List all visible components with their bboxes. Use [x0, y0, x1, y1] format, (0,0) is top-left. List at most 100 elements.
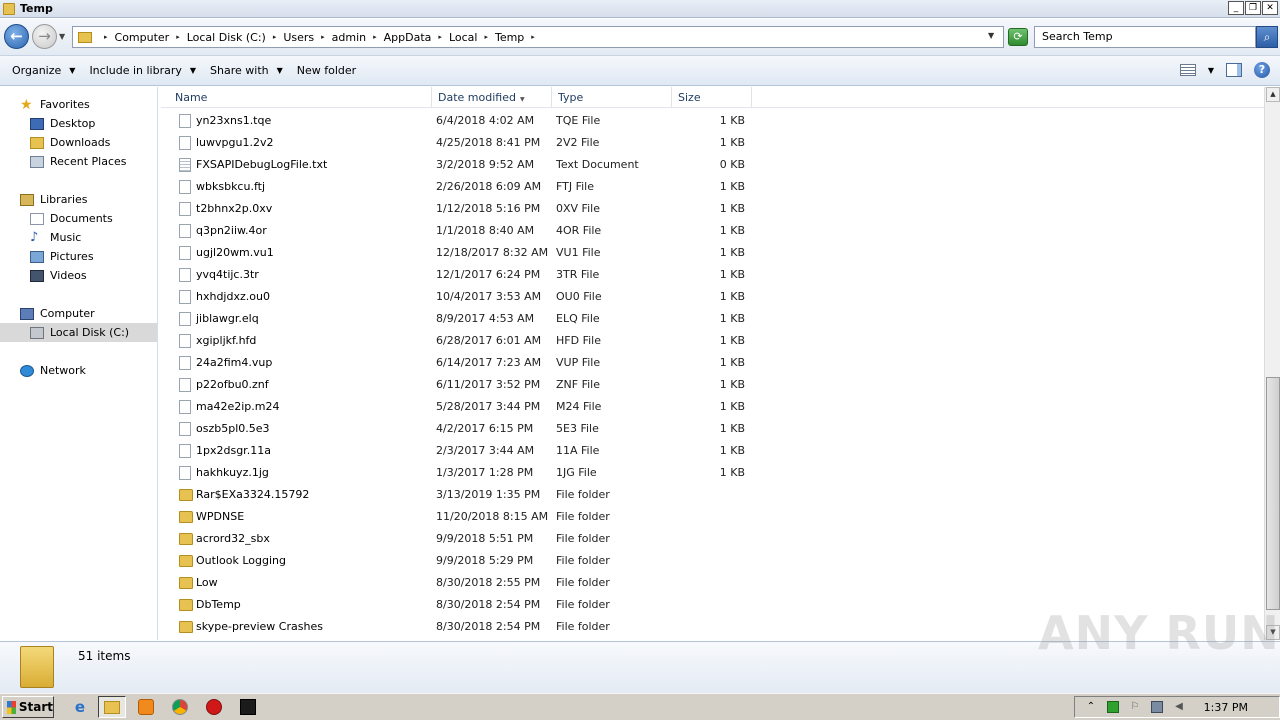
tray-app-icon[interactable] — [1107, 701, 1119, 713]
file-row[interactable]: luwvpgu1.2v2 4/25/2018 8:41 PM 2V2 File 1 K… — [161, 132, 1264, 154]
file-row[interactable]: xgipljkf.hfd 6/28/2017 6:01 AM HFD File 1 K… — [161, 330, 1264, 352]
crumb-appdata[interactable]: AppData — [384, 31, 432, 44]
breadcrumb-separator[interactable]: ▸ — [104, 33, 108, 41]
recent-pages-dropdown[interactable]: ▼ — [59, 32, 65, 41]
file-row[interactable]: yn23xns1.tqe 6/4/2018 4:02 AM TQE File 1 KB — [161, 110, 1264, 132]
maximize-button[interactable]: ❐ — [1245, 1, 1261, 15]
network-tray-icon[interactable] — [1151, 701, 1163, 713]
file-size: 1 KB — [719, 268, 745, 281]
share-with-button[interactable]: Share with ▼ — [210, 64, 283, 77]
search-icon[interactable]: ⌕ — [1256, 26, 1278, 48]
breadcrumb-separator[interactable]: ▸ — [484, 33, 488, 41]
minimize-button[interactable]: _ — [1228, 1, 1244, 15]
preview-pane-icon[interactable] — [1226, 63, 1242, 77]
folder-icon — [179, 555, 193, 567]
organize-button[interactable]: Organize ▼ — [12, 64, 75, 77]
nav-desktop[interactable]: Desktop — [0, 114, 157, 133]
nav-pictures[interactable]: Pictures — [0, 247, 157, 266]
nav-documents[interactable]: Documents — [0, 209, 157, 228]
volume-icon[interactable]: ◀ — [1173, 701, 1185, 713]
change-view-icon[interactable] — [1179, 64, 1196, 76]
file-row[interactable]: 24a2fim4.vup 6/14/2017 7:23 AM VUP File 1 K… — [161, 352, 1264, 374]
breadcrumb-separator[interactable]: ▸ — [438, 33, 442, 41]
action-center-flag-icon[interactable]: ⚐ — [1129, 701, 1141, 713]
taskbar-terminal[interactable] — [234, 696, 262, 718]
breadcrumb-separator[interactable]: ▸ — [321, 33, 325, 41]
file-row[interactable]: hakhkuyz.1jg 1/3/2017 1:28 PM 1JG File 1 KB — [161, 462, 1264, 484]
crumb-computer[interactable]: Computer — [115, 31, 170, 44]
file-row[interactable]: hxhdjdxz.ou0 10/4/2017 3:53 AM OU0 File 1 K… — [161, 286, 1264, 308]
file-row[interactable]: t2bhnx2p.0xv 1/12/2018 5:16 PM 0XV File 1 K… — [161, 198, 1264, 220]
file-row[interactable]: oszb5pl0.5e3 4/2/2017 6:15 PM 5E3 File 1 KB — [161, 418, 1264, 440]
nav-libraries[interactable]: Libraries — [0, 190, 157, 209]
file-row[interactable]: FXSAPIDebugLogFile.txt 3/2/2018 9:52 AM Te… — [161, 154, 1264, 176]
scroll-thumb[interactable] — [1266, 377, 1280, 610]
crumb-local[interactable]: Local — [449, 31, 478, 44]
column-header-name[interactable]: Name — [169, 87, 432, 108]
breadcrumb-separator[interactable]: ▸ — [531, 33, 535, 41]
column-header-type[interactable]: Type — [552, 87, 672, 108]
drive-icon — [30, 326, 44, 339]
taskbar-media-player[interactable] — [132, 696, 160, 718]
file-row[interactable]: ugjl20wm.vu1 12/18/2017 8:32 AM VU1 File 1 … — [161, 242, 1264, 264]
file-row[interactable]: p22ofbu0.znf 6/11/2017 3:52 PM ZNF File 1 K… — [161, 374, 1264, 396]
folder-row[interactable]: Rar$EXa3324.15792 3/13/2019 1:35 PM File f… — [161, 484, 1264, 506]
nav-recent-places[interactable]: Recent Places — [0, 152, 157, 171]
breadcrumb-separator[interactable]: ▸ — [273, 33, 277, 41]
file-row[interactable]: jiblawgr.elq 8/9/2017 4:53 AM ELQ File 1 KB — [161, 308, 1264, 330]
nav-local-disk[interactable]: Local Disk (C:) — [0, 323, 157, 342]
folder-row[interactable]: DbTemp 8/30/2018 2:54 PM File folder — [161, 594, 1264, 616]
help-icon[interactable]: ? — [1254, 62, 1270, 78]
file-icon — [179, 444, 191, 458]
file-row[interactable]: ma42e2ip.m24 5/28/2017 3:44 PM M24 File 1 K… — [161, 396, 1264, 418]
start-button[interactable]: Start — [2, 696, 54, 718]
crumb-temp[interactable]: Temp — [495, 31, 524, 44]
folder-row[interactable]: acrord32_sbx 9/9/2018 5:51 PM File folder — [161, 528, 1264, 550]
column-header-size[interactable]: Size — [672, 87, 752, 108]
taskbar-chrome[interactable] — [166, 696, 194, 718]
file-size: 1 KB — [719, 246, 745, 259]
nav-favorites[interactable]: ★ Favorites — [0, 95, 157, 114]
file-row[interactable]: q3pn2iiw.4or 1/1/2018 8:40 AM 4OR File 1 KB — [161, 220, 1264, 242]
nav-network[interactable]: Network — [0, 361, 157, 380]
title-bar[interactable]: Temp _ ❐ ✕ — [0, 0, 1280, 18]
file-row[interactable]: yvq4tijc.3tr 12/1/2017 6:24 PM 3TR File 1 K… — [161, 264, 1264, 286]
taskbar-stop-app[interactable] — [200, 696, 228, 718]
scroll-up-button[interactable]: ▲ — [1266, 87, 1280, 102]
folder-row[interactable]: Low 8/30/2018 2:55 PM File folder — [161, 572, 1264, 594]
clock[interactable]: 1:37 PM — [1204, 701, 1248, 714]
view-dropdown-icon[interactable]: ▼ — [1208, 66, 1214, 75]
new-folder-button[interactable]: New folder — [297, 64, 356, 77]
show-hidden-icons-icon[interactable]: ⌃ — [1085, 701, 1097, 713]
crumb-local-disk[interactable]: Local Disk (C:) — [187, 31, 266, 44]
nav-computer[interactable]: Computer — [0, 304, 157, 323]
search-input[interactable]: Search Temp — [1034, 26, 1256, 48]
breadcrumb-separator[interactable]: ▸ — [176, 33, 180, 41]
vertical-scrollbar[interactable]: ▲ ▼ — [1264, 87, 1280, 640]
folder-row[interactable]: WPDNSE 11/20/2018 8:15 AM File folder — [161, 506, 1264, 528]
address-bar[interactable]: ▸ Computer ▸ Local Disk (C:) ▸ Users ▸ a… — [72, 26, 1004, 48]
address-dropdown-icon[interactable]: ▼ — [988, 31, 994, 40]
nav-videos[interactable]: Videos — [0, 266, 157, 285]
file-type: File folder — [556, 554, 610, 567]
close-button[interactable]: ✕ — [1262, 1, 1278, 15]
refresh-icon[interactable]: ⟳ — [1008, 28, 1028, 46]
taskbar-explorer[interactable] — [98, 696, 126, 718]
forward-button[interactable]: → — [32, 24, 57, 49]
file-row[interactable]: 1px2dsgr.11a 2/3/2017 3:44 AM 11A File 1 KB — [161, 440, 1264, 462]
crumb-users[interactable]: Users — [283, 31, 314, 44]
breadcrumb-separator[interactable]: ▸ — [373, 33, 377, 41]
crumb-admin[interactable]: admin — [332, 31, 366, 44]
taskbar-ie[interactable]: e — [66, 696, 94, 718]
file-date: 1/1/2018 8:40 AM — [436, 224, 535, 237]
include-in-library-button[interactable]: Include in library ▼ — [89, 64, 196, 77]
recent-places-icon — [30, 155, 44, 168]
folder-row[interactable]: skype-preview Crashes 8/30/2018 2:54 PM Fi… — [161, 616, 1264, 638]
folder-row[interactable]: Outlook Logging 9/9/2018 5:29 PM File fold… — [161, 550, 1264, 572]
file-row[interactable]: wbksbkcu.ftj 2/26/2018 6:09 AM FTJ File 1 K… — [161, 176, 1264, 198]
column-header-date[interactable]: Date modified ▼ — [432, 87, 552, 108]
nav-music[interactable]: ♪ Music — [0, 228, 157, 247]
nav-downloads[interactable]: Downloads — [0, 133, 157, 152]
back-button[interactable]: ← — [4, 24, 29, 49]
scroll-down-button[interactable]: ▼ — [1266, 625, 1280, 640]
